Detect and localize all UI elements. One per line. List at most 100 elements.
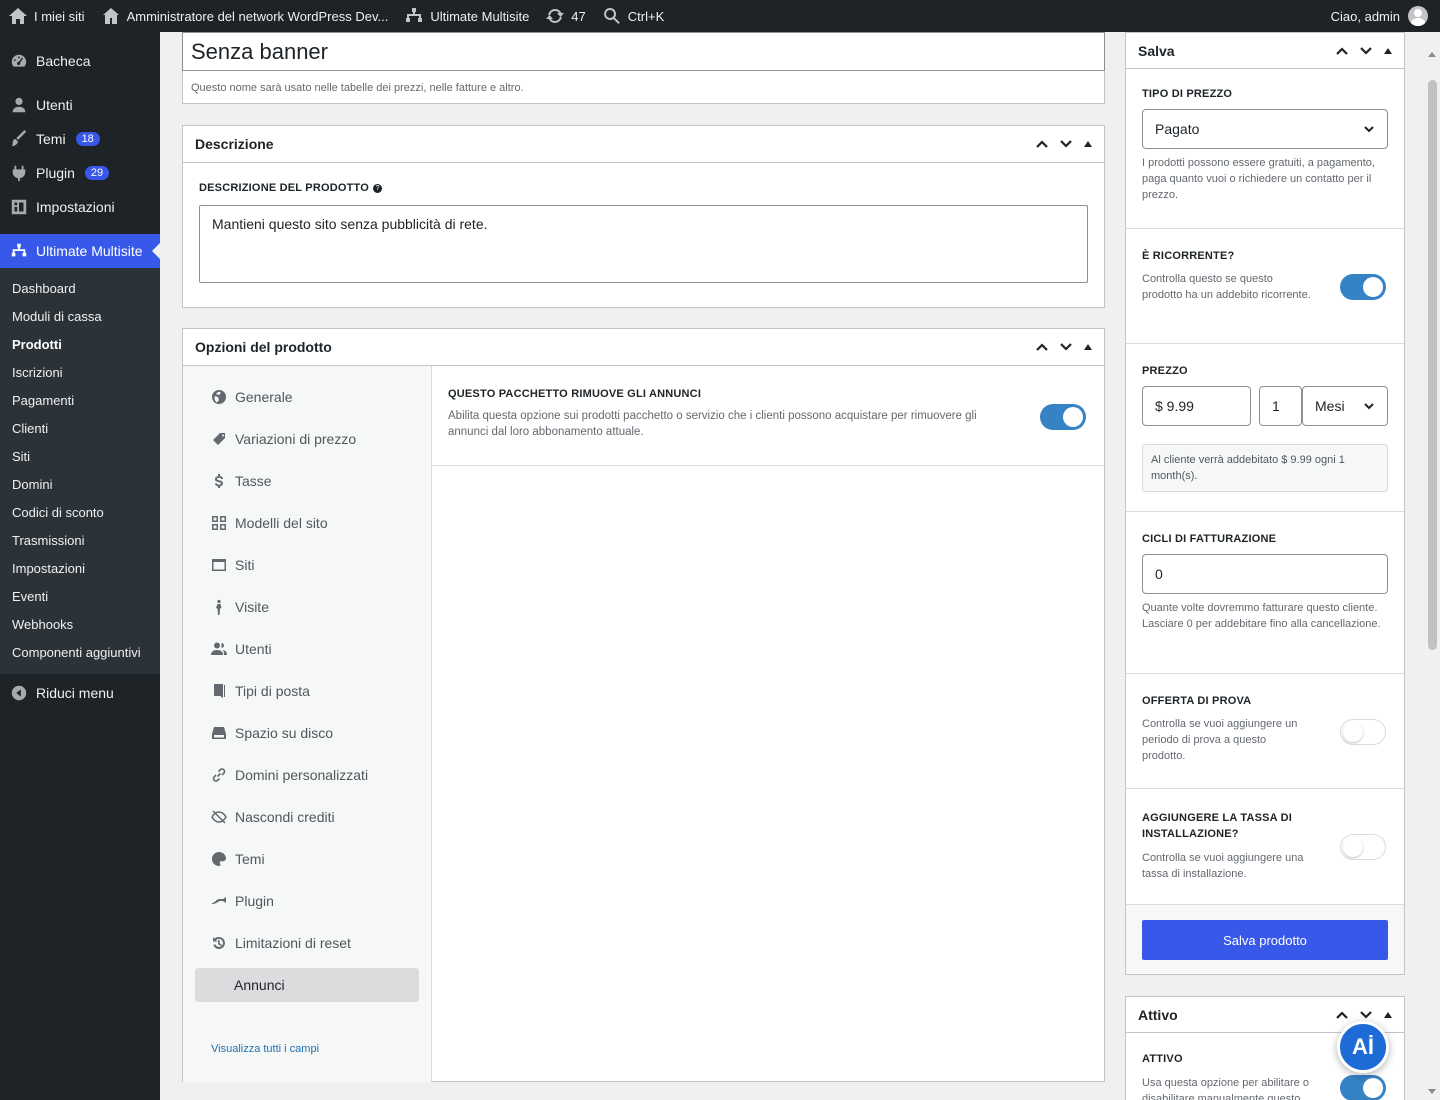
price-type-select[interactable]: Pagato — [1142, 109, 1388, 149]
price-period-value: Mesi — [1315, 398, 1345, 414]
active-help: Usa questa opzione per abilitare o disab… — [1142, 1077, 1309, 1100]
submenu-addons[interactable]: Componenti aggiuntivi — [0, 639, 160, 667]
users-icon — [211, 642, 227, 655]
my-sites-menu[interactable]: I miei siti — [0, 0, 93, 32]
tab-taxes[interactable]: Tasse — [195, 464, 419, 498]
submenu-webhooks[interactable]: Webhooks — [0, 611, 160, 639]
tab-site-templates[interactable]: Modelli del sito — [195, 506, 419, 540]
plugin-icon — [12, 165, 26, 182]
tab-label: Utenti — [235, 641, 272, 657]
move-up-icon[interactable] — [1334, 43, 1350, 59]
tab-reset-limitations[interactable]: Limitazioni di reset — [195, 926, 419, 960]
toggle-knob — [1363, 1078, 1383, 1098]
menu-ultimate-multisite[interactable]: Ultimate Multisite — [0, 234, 160, 268]
tab-sites[interactable]: Siti — [195, 548, 419, 582]
save-box: Salva Tipo di prezzo Pagato I prodotti p… — [1125, 32, 1405, 975]
menu-settings[interactable]: Impostazioni — [0, 190, 160, 224]
book-icon — [214, 684, 225, 698]
move-up-icon[interactable] — [1034, 339, 1050, 355]
network-admin-label: Amministratore del network WordPress Dev… — [126, 8, 389, 24]
submenu-domains[interactable]: Domini — [0, 471, 160, 499]
toggle-panel-icon[interactable] — [1084, 344, 1092, 350]
collapse-menu[interactable]: Riduci menu — [0, 676, 160, 710]
network-admin-menu[interactable]: Amministratore del network WordPress Dev… — [93, 0, 397, 32]
submenu-discount-codes[interactable]: Codici di sconto — [0, 499, 160, 527]
view-all-fields-link[interactable]: Visualizza tutti i campi — [211, 1043, 319, 1055]
description-title: Descrizione — [195, 136, 274, 152]
toggle-panel-icon[interactable] — [1384, 47, 1392, 54]
tab-price-variations[interactable]: Variazioni di prezzo — [195, 422, 419, 456]
tab-ads[interactable]: Annunci — [195, 968, 419, 1002]
toggle-panel-icon[interactable] — [1084, 141, 1092, 147]
price-summary: Al cliente verrà addebitato $ 9.99 ogni … — [1142, 444, 1388, 492]
submenu-sites[interactable]: Siti — [0, 443, 160, 471]
price-interval-input[interactable]: 1 — [1259, 386, 1302, 426]
tab-general[interactable]: Generale — [195, 380, 419, 414]
submenu-settings[interactable]: Impostazioni — [0, 555, 160, 583]
save-product-button[interactable]: Salva prodotto — [1142, 920, 1388, 960]
tab-themes[interactable]: Temi — [195, 842, 419, 876]
move-down-icon[interactable] — [1358, 43, 1374, 59]
tab-visits[interactable]: Visite — [195, 590, 419, 624]
price-amount-input[interactable]: $ 9.99 — [1142, 386, 1251, 426]
setup-fee-toggle[interactable] — [1340, 834, 1386, 860]
tab-plugins[interactable]: Plugin — [195, 884, 419, 918]
submenu-broadcasts[interactable]: Trasmissioni — [0, 527, 160, 555]
menu-themes[interactable]: Temi 18 — [0, 122, 160, 156]
recurring-toggle[interactable] — [1340, 274, 1386, 300]
updates-menu[interactable]: 47 — [537, 0, 593, 32]
settings-icon — [11, 199, 27, 215]
price-period-select[interactable]: Mesi — [1302, 386, 1388, 426]
submenu-payments[interactable]: Pagamenti — [0, 387, 160, 415]
move-down-icon[interactable] — [1058, 339, 1074, 355]
submenu-checkout-forms[interactable]: Moduli di cassa — [0, 303, 160, 331]
submenu-events[interactable]: Eventi — [0, 583, 160, 611]
menu-plugins[interactable]: Plugin 29 — [0, 156, 160, 190]
assistant-button[interactable]: Aİ — [1337, 1021, 1389, 1073]
tab-label: Temi — [235, 851, 265, 867]
trial-toggle[interactable] — [1340, 719, 1386, 745]
price-label: Prezzo — [1142, 365, 1188, 377]
move-up-icon[interactable] — [1034, 136, 1050, 152]
scroll-down-icon[interactable] — [1428, 1089, 1436, 1094]
ultimate-submenu: Dashboard Moduli di cassa Prodotti Iscri… — [0, 268, 160, 674]
tab-disk-space[interactable]: Spazio su disco — [195, 716, 419, 750]
tab-users[interactable]: Utenti — [195, 632, 419, 666]
tab-post-types[interactable]: Tipi di posta — [195, 674, 419, 708]
menu-dashboard[interactable]: Bacheca — [0, 44, 160, 78]
grid-icon — [212, 516, 226, 530]
plugins-badge: 29 — [84, 166, 110, 180]
submenu-customers[interactable]: Clienti — [0, 415, 160, 443]
tab-label: Visite — [235, 599, 269, 615]
menu-users[interactable]: Utenti — [0, 88, 160, 122]
toggle-knob — [1363, 277, 1383, 297]
help-icon[interactable]: ? — [373, 183, 383, 193]
submenu-products[interactable]: Prodotti — [0, 331, 160, 359]
scroll-up-icon[interactable] — [1428, 52, 1436, 57]
toggle-panel-icon[interactable] — [1384, 1011, 1392, 1018]
tab-custom-domains[interactable]: Domini personalizzati — [195, 758, 419, 792]
billing-cycles-input[interactable]: 0 — [1142, 554, 1388, 594]
ultimate-menu[interactable]: Ultimate Multisite — [396, 0, 537, 32]
description-textarea[interactable]: Mantieni questo sito senza pubblicità di… — [199, 205, 1088, 283]
tab-hide-credits[interactable]: Nascondi crediti — [195, 800, 419, 834]
move-down-icon[interactable] — [1058, 136, 1074, 152]
account-menu[interactable]: Ciao, admin — [1331, 6, 1440, 26]
collapse-icon — [11, 685, 27, 701]
description-box-header: Descrizione — [183, 126, 1104, 163]
submenu-dashboard[interactable]: Dashboard — [0, 275, 160, 303]
product-options-box: Opzioni del prodotto Generale Variazioni… — [182, 328, 1105, 1082]
ads-toggle[interactable] — [1040, 404, 1086, 430]
chevron-down-icon — [1364, 126, 1374, 133]
price-type-label: Tipo di prezzo — [1142, 88, 1233, 100]
submenu-memberships[interactable]: Iscrizioni — [0, 359, 160, 387]
page-scrollbar[interactable] — [1425, 32, 1440, 1100]
search-command[interactable]: Ctrl+K — [594, 0, 672, 32]
trial-section: Offerta di prova Controlla se vuoi aggiu… — [1126, 674, 1404, 789]
active-toggle[interactable] — [1340, 1075, 1386, 1100]
move-up-icon[interactable] — [1334, 1007, 1350, 1023]
billing-cycles-section: Cicli di fatturazione 0 Quante volte dov… — [1126, 512, 1404, 674]
product-name-input[interactable]: Senza banner — [182, 32, 1105, 71]
scrollbar-thumb[interactable] — [1428, 80, 1437, 650]
product-options-header: Opzioni del prodotto — [183, 329, 1104, 366]
